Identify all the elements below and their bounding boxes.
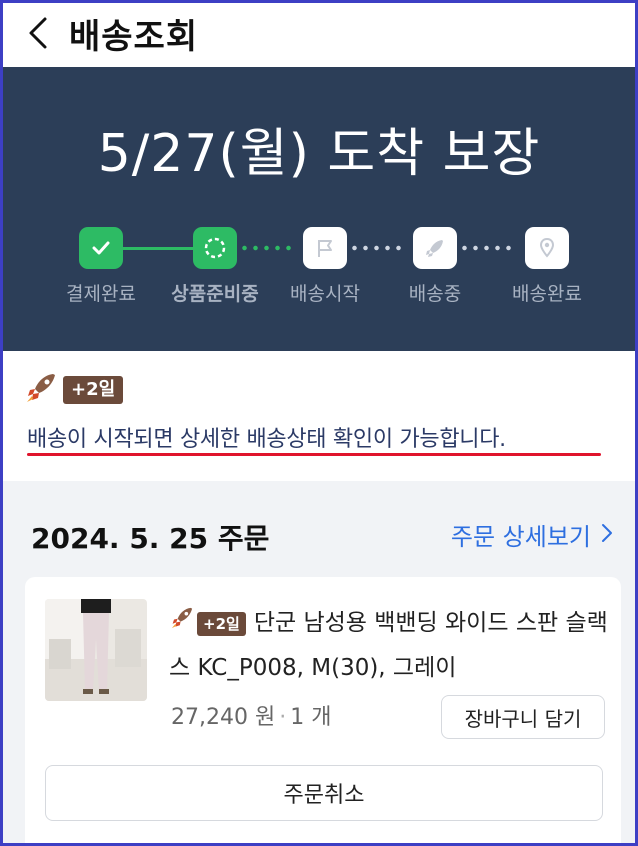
page-title: 배송조회 [69, 17, 199, 57]
arrival-guarantee-title: 5/27(월) 도착 보장 [97, 124, 541, 184]
loading-ring-icon [193, 227, 237, 269]
step-label: 배송중 [408, 283, 462, 305]
step-label: 배송완료 [512, 283, 582, 305]
step-delivered: 배송완료 [487, 227, 607, 306]
separator-dot: · [279, 705, 287, 730]
product-thumbnail[interactable] [45, 599, 147, 701]
rocket-icon [413, 227, 457, 269]
top-bar: 배송조회 [3, 3, 635, 67]
location-pin-icon [525, 227, 569, 269]
step-in-transit: 배송중 [375, 227, 495, 306]
shipping-notice: +2일 배송이 시작되면 상세한 배송상태 확인이 가능합니다. [3, 351, 635, 481]
product-price: 27,240 원 [171, 705, 276, 730]
chevron-right-icon [601, 521, 613, 549]
notice-underline [27, 453, 601, 456]
order-date: 2024. 5. 25 주문 [31, 522, 270, 555]
step-payment-complete: 결제완료 [41, 227, 161, 306]
section-divider [3, 481, 635, 491]
rocket-icon [23, 371, 59, 409]
delivery-hero: 5/27(월) 도착 보장 결제완료 상품준비중 배송시작 배송중 배송완료 [3, 67, 635, 351]
cancel-order-button[interactable]: 주문취소 [45, 765, 603, 821]
product-title[interactable]: +2일 단군 남성용 백밴딩 와이드 스판 슬랙스 KC_P008, M(30),… [169, 601, 609, 690]
flag-icon [303, 227, 347, 269]
order-detail-label: 주문 상세보기 [450, 523, 591, 551]
extra-days-badge: +2일 [63, 376, 124, 404]
check-icon [79, 227, 123, 269]
order-item-card: +2일 단군 남성용 백밴딩 와이드 스판 슬랙스 KC_P008, M(30),… [25, 577, 621, 843]
shipping-notice-text: 배송이 시작되면 상세한 배송상태 확인이 가능합니다. [27, 427, 506, 452]
extra-days-badge: +2일 [197, 611, 246, 636]
chevron-left-icon[interactable] [23, 13, 53, 53]
add-to-cart-button[interactable]: 장바구니 담기 [441, 695, 605, 739]
price-quantity: 27,240 원 · 1 개 [171, 699, 331, 731]
step-label: 배송시작 [290, 283, 360, 305]
step-preparing: 상품준비중 [155, 227, 275, 306]
step-shipping-start: 배송시작 [265, 227, 385, 306]
step-label: 결제완료 [66, 283, 136, 305]
order-detail-link[interactable]: 주문 상세보기 [451, 517, 613, 552]
step-label: 상품준비중 [171, 283, 259, 305]
app-frame: 배송조회 5/27(월) 도착 보장 결제완료 상품준비중 배송시작 배송중 배… [0, 0, 638, 846]
order-section: 2024. 5. 25 주문 주문 상세보기 +2일 단군 남성용 백밴딩 와이… [3, 491, 635, 843]
delivery-progress: 결제완료 상품준비중 배송시작 배송중 배송완료 [3, 227, 635, 317]
rocket-delivery-badge: +2일 [23, 371, 124, 409]
rocket-icon [169, 602, 195, 646]
product-quantity: 1 개 [290, 705, 332, 730]
